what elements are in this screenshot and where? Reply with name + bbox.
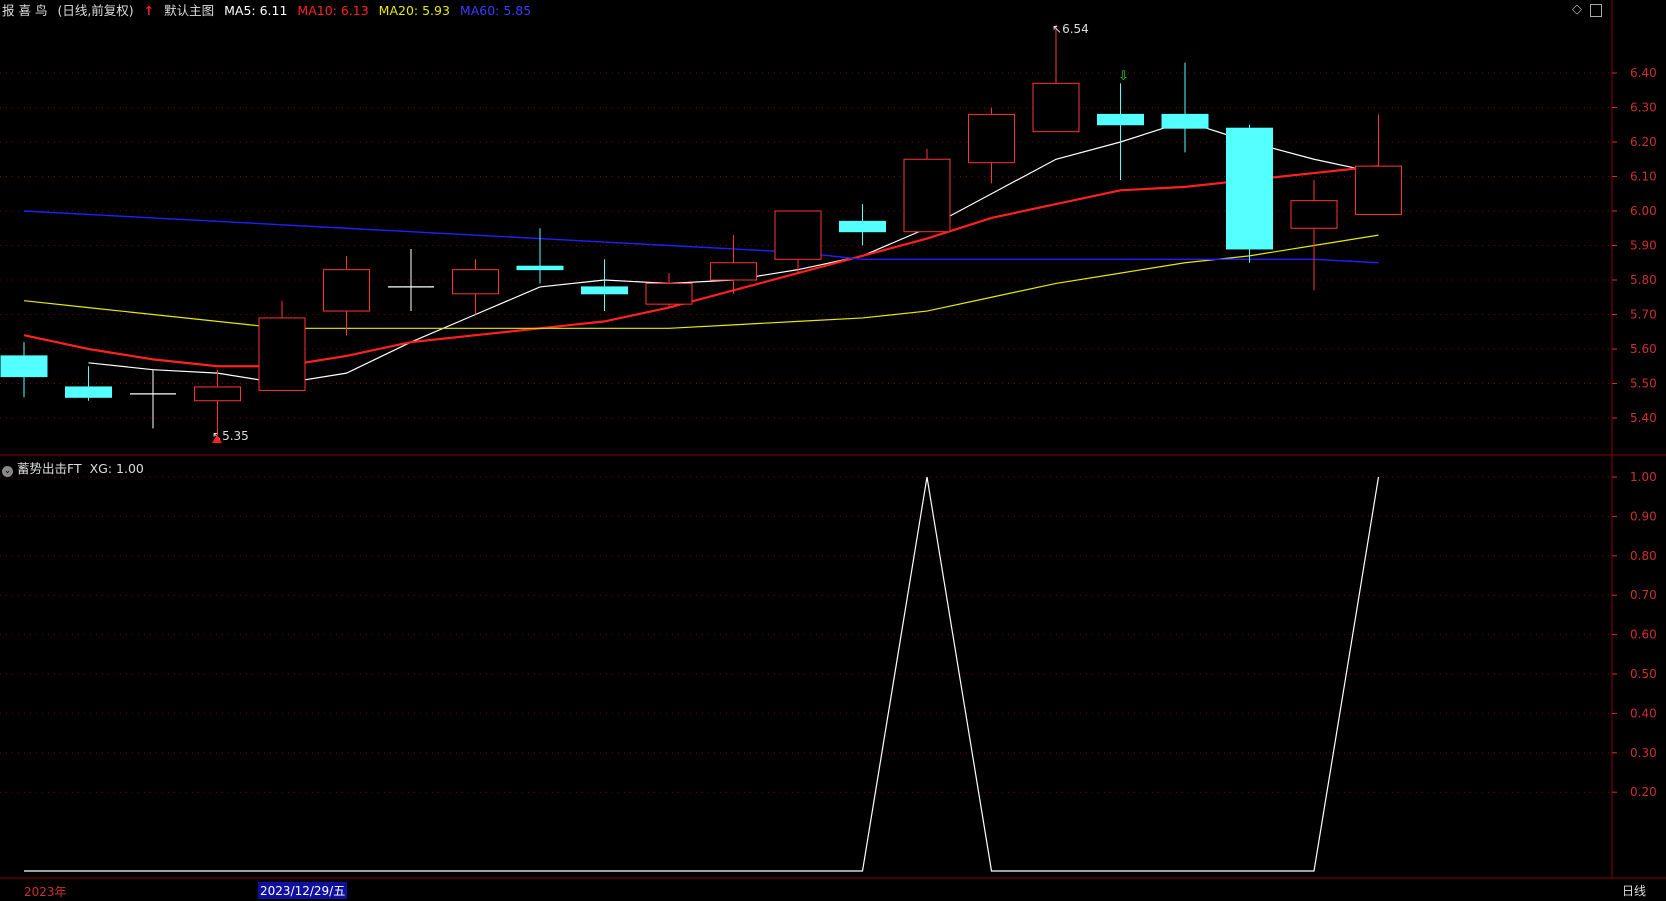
candle xyxy=(1161,62,1209,153)
buy-signal-icon: ⇩ xyxy=(1118,69,1129,84)
cursor-date-label: 2023/12/29/五 xyxy=(258,882,348,899)
y-tick-label: 5.60 xyxy=(1630,342,1657,356)
candle-body xyxy=(0,355,48,378)
y-tick-label: 0.70 xyxy=(1630,588,1657,602)
candle-body xyxy=(1161,113,1209,129)
y-tick-label: 0.20 xyxy=(1630,785,1657,799)
y-tick-label: 0.60 xyxy=(1630,628,1657,642)
candle-body xyxy=(774,210,822,260)
candle xyxy=(1032,24,1080,133)
y-tick-label: 6.10 xyxy=(1630,170,1657,184)
candle-body xyxy=(839,220,886,233)
candle-body xyxy=(710,262,757,281)
y-tick-label: 5.40 xyxy=(1630,411,1657,425)
ma-line-ma10 xyxy=(23,165,1379,368)
candle xyxy=(452,259,499,315)
candle-body xyxy=(1355,165,1402,215)
candle-body xyxy=(645,282,693,305)
candle xyxy=(968,107,1015,184)
candle-body xyxy=(452,269,499,295)
y-tick-label: 0.30 xyxy=(1630,746,1657,760)
candle xyxy=(516,228,564,284)
candle-body xyxy=(258,317,306,391)
candle xyxy=(903,148,951,233)
y-tick-label: 0.90 xyxy=(1630,509,1657,523)
y-tick-label: 6.20 xyxy=(1630,135,1657,149)
candle xyxy=(1290,179,1338,291)
candle xyxy=(388,248,434,312)
candle xyxy=(0,342,48,398)
chevron-down-icon[interactable]: ⌄ xyxy=(2,466,13,477)
candle xyxy=(258,300,306,391)
candle-body xyxy=(968,113,1015,164)
candle-body xyxy=(65,386,112,398)
candle-body xyxy=(1290,200,1338,229)
candle xyxy=(645,273,693,308)
candle-body xyxy=(323,269,370,312)
y-tick-label: 0.40 xyxy=(1630,706,1657,720)
y-tick-label: 1.00 xyxy=(1630,470,1657,484)
y-tick-label: 5.70 xyxy=(1630,308,1657,322)
y-tick-label: 0.80 xyxy=(1630,549,1657,563)
candle-body xyxy=(581,286,628,295)
candle xyxy=(774,210,822,274)
candle xyxy=(130,369,176,429)
candle xyxy=(1226,124,1273,263)
period-button[interactable]: 日线 xyxy=(1622,882,1646,899)
indicator-header: ⌄ 蓄势出击FT XG: 1.00 xyxy=(0,458,144,478)
candle xyxy=(194,369,241,436)
candle-body xyxy=(1226,127,1273,250)
indicator-name[interactable]: 蓄势出击FT xyxy=(17,461,82,476)
y-tick-label: 6.40 xyxy=(1630,66,1657,80)
time-axis-bar: 2023年 2023/12/29/五 日线 xyxy=(0,880,1666,901)
candle-body xyxy=(1097,113,1144,126)
candle xyxy=(323,255,370,336)
high-price-annotation: ↖6.54 xyxy=(1052,22,1089,36)
y-tick-label: 5.80 xyxy=(1630,273,1657,287)
candle-body xyxy=(1032,82,1080,133)
y-tick-label: 0.50 xyxy=(1630,667,1657,681)
candle-body xyxy=(903,158,951,233)
candle xyxy=(581,259,628,312)
candle-body xyxy=(194,386,241,402)
y-tick-label: 5.90 xyxy=(1630,239,1657,253)
candle xyxy=(1097,83,1144,180)
ma-line-ma60 xyxy=(23,210,1379,264)
candle-body xyxy=(516,265,564,271)
xg-value: XG: 1.00 xyxy=(89,461,144,476)
price-chart[interactable]: 6.40 6.30 6.20 6.10 6.00 5.90 5.80 5.70 5.60 5.50… xyxy=(0,0,1666,901)
y-tick-label: 5.50 xyxy=(1630,377,1657,391)
xg-indicator-line xyxy=(24,476,1380,872)
candle xyxy=(1355,114,1402,215)
low-marker-icon xyxy=(212,435,222,443)
y-tick-label: 6.00 xyxy=(1630,204,1657,218)
candle xyxy=(839,204,886,246)
y-tick-label: 6.30 xyxy=(1630,101,1657,115)
year-label: 2023年 xyxy=(24,885,67,899)
high-arrow-icon: ↖ xyxy=(1052,22,1063,36)
